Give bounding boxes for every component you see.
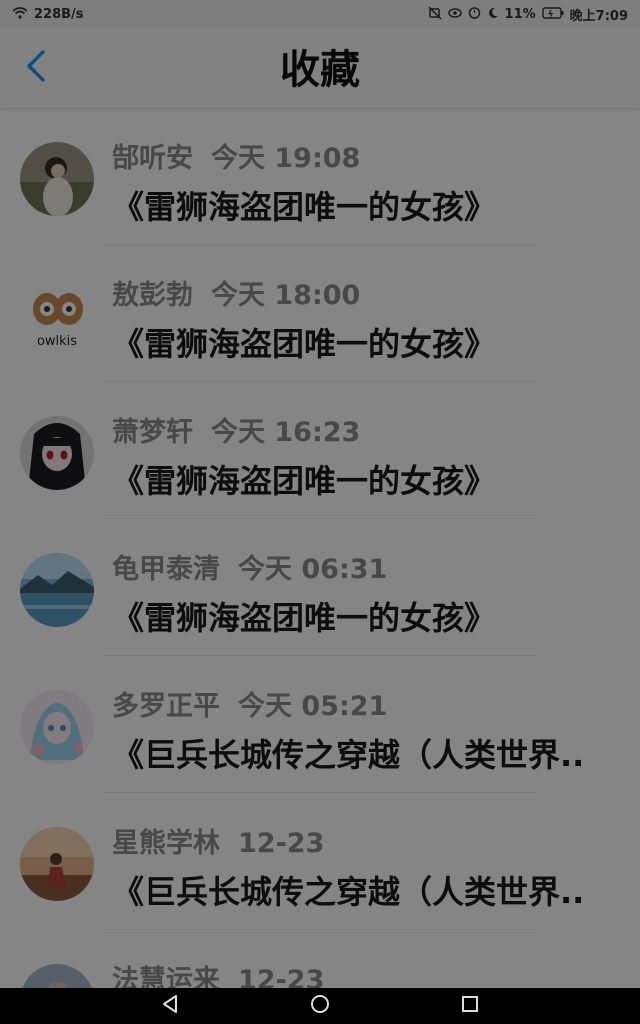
sender-name: 多罗正平 <box>112 691 220 722</box>
avatar[interactable] <box>20 827 94 901</box>
page-title: 收藏 <box>280 47 360 93</box>
list-item[interactable]: 龟甲泰清 今天 06:31 《雷狮海盗团唯一的女孩》 <box>0 519 640 656</box>
nav-home-button[interactable] <box>308 994 332 1018</box>
avatar[interactable] <box>20 964 94 988</box>
avatar[interactable]: owlkis <box>20 279 94 353</box>
list-item[interactable]: 星熊学林 12-23 《巨兵长城传之穿越（人类世界.. <box>0 793 640 930</box>
svg-text:owlkis: owlkis <box>37 334 77 349</box>
timestamp: 今天 18:00 <box>211 280 361 311</box>
home-circle-icon <box>310 994 330 1018</box>
clock: 晚上7:09 <box>569 8 628 24</box>
sender-name: 郜听安 <box>112 143 193 174</box>
list-item[interactable]: 郜听安 今天 19:08 《雷狮海盗团唯一的女孩》 <box>0 108 640 245</box>
sender-line: 多罗正平 今天 05:21 <box>112 684 387 723</box>
timestamp: 今天 19:08 <box>211 143 361 174</box>
favorite-title: 《雷狮海盗团唯一的女孩》 <box>112 599 497 637</box>
back-triangle-icon <box>161 994 179 1018</box>
favorite-title: 《雷狮海盗团唯一的女孩》 <box>112 325 497 363</box>
moon-icon <box>487 7 499 22</box>
sender-line: 敖彭勃 今天 18:00 <box>112 273 360 312</box>
favorite-title: 《巨兵长城传之穿越（人类世界.. <box>112 736 585 774</box>
list-item[interactable]: 萧梦轩 今天 16:23 《雷狮海盗团唯一的女孩》 <box>0 382 640 519</box>
avatar[interactable] <box>20 416 94 490</box>
avatar[interactable] <box>20 690 94 764</box>
wifi-icon <box>12 6 28 22</box>
sender-name: 龟甲泰清 <box>112 554 220 585</box>
avatar[interactable] <box>20 553 94 627</box>
sender-name: 星熊学林 <box>112 828 220 859</box>
timestamp: 今天 16:23 <box>211 417 361 448</box>
sender-line: 法慧运来 12-23 <box>112 958 324 988</box>
list-item[interactable]: owlkis 敖彭勃 今天 18:00 《雷狮海盗团唯一的女孩》 <box>0 245 640 382</box>
sender-line: 萧梦轩 今天 16:23 <box>112 410 360 449</box>
timestamp: 今天 06:31 <box>238 554 388 585</box>
sender-line: 龟甲泰清 今天 06:31 <box>112 547 387 586</box>
avatar[interactable] <box>20 142 94 216</box>
list-item[interactable]: 法慧运来 12-23 <box>0 930 640 988</box>
list-item[interactable]: 多罗正平 今天 05:21 《巨兵长城传之穿越（人类世界.. <box>0 656 640 793</box>
sender-name: 法慧运来 <box>112 965 220 988</box>
network-speed: 228B/s <box>34 6 84 22</box>
status-bar: 228B/s 11% 晚上7:09 <box>0 0 640 28</box>
timestamp: 12-23 <box>238 828 325 859</box>
favorites-list: 郜听安 今天 19:08 《雷狮海盗团唯一的女孩》 owlkis 敖彭勃 今天 18… <box>0 108 640 988</box>
battery-icon <box>541 6 564 22</box>
favorite-title: 《巨兵长城传之穿越（人类世界.. <box>112 873 585 911</box>
battery-percent: 11% <box>504 6 536 22</box>
nav-back-button[interactable] <box>158 994 182 1018</box>
eye-icon <box>447 7 462 21</box>
timestamp: 12-23 <box>238 965 325 988</box>
system-nav-bar <box>0 988 640 1024</box>
sender-line: 郜听安 今天 19:08 <box>112 136 360 175</box>
nav-recents-button[interactable] <box>458 994 482 1018</box>
alarm-icon <box>468 6 481 22</box>
sender-line: 星熊学林 12-23 <box>112 821 324 860</box>
sender-name: 敖彭勃 <box>112 280 193 311</box>
sender-name: 萧梦轩 <box>112 417 193 448</box>
favorite-title: 《雷狮海盗团唯一的女孩》 <box>112 462 497 500</box>
favorite-title: 《雷狮海盗团唯一的女孩》 <box>112 188 497 226</box>
mute-icon <box>428 5 442 23</box>
recents-square-icon <box>461 995 479 1017</box>
app-header: 收藏 <box>0 28 640 109</box>
timestamp: 今天 05:21 <box>238 691 388 722</box>
